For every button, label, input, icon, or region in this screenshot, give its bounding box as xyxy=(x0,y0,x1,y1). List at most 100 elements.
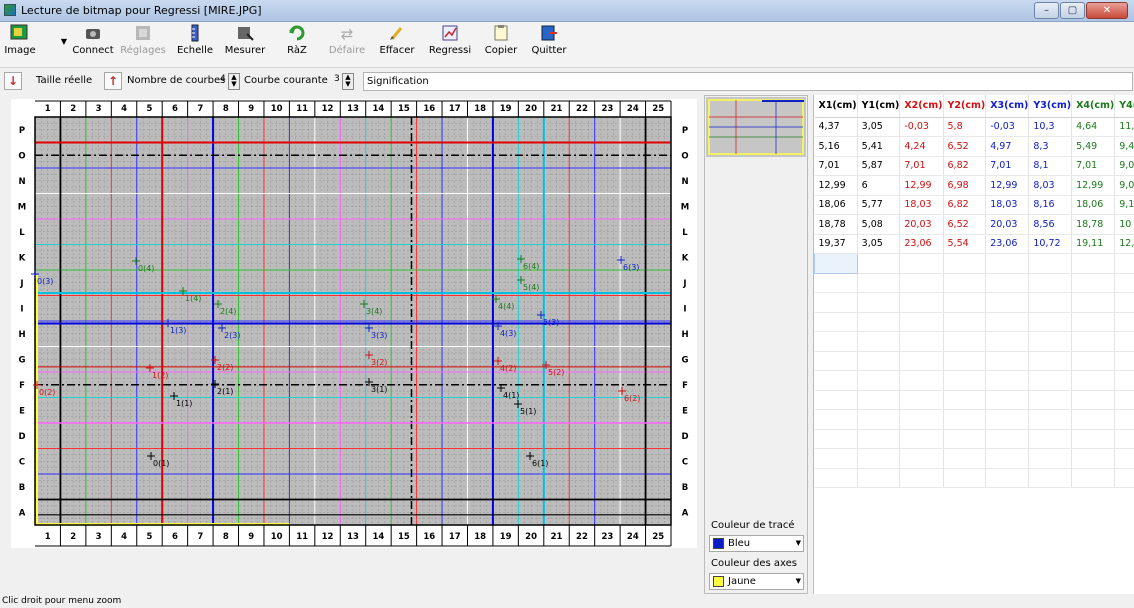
table-cell[interactable]: 4,64 xyxy=(1071,117,1116,137)
table-cell[interactable] xyxy=(1071,390,1116,410)
table-cell[interactable] xyxy=(899,312,944,332)
reglages-button[interactable]: Réglages xyxy=(120,24,166,56)
table-cell[interactable]: 11,9 xyxy=(1114,117,1134,137)
table-cell[interactable] xyxy=(857,273,901,293)
table-cell[interactable] xyxy=(1028,273,1073,293)
table-cell[interactable] xyxy=(985,448,1030,469)
table-cell[interactable] xyxy=(857,370,901,391)
table-cell[interactable] xyxy=(943,351,987,371)
table-cell[interactable]: 3,05 xyxy=(857,117,901,137)
table-cell[interactable]: 8,1 xyxy=(1028,156,1073,176)
table-cell[interactable] xyxy=(1071,273,1116,293)
minimize-button[interactable]: – xyxy=(1034,2,1059,19)
column-header[interactable]: X3(cm) xyxy=(985,95,1030,118)
table-cell[interactable] xyxy=(1114,292,1134,313)
table-cell[interactable]: 10,72 xyxy=(1028,234,1073,254)
table-cell[interactable]: 3,05 xyxy=(857,234,901,254)
regressi-button[interactable]: Regressi xyxy=(428,24,472,56)
table-cell[interactable]: 5,54 xyxy=(943,234,987,254)
table-cell[interactable] xyxy=(1028,390,1073,410)
table-cell[interactable] xyxy=(1114,273,1134,293)
column-header[interactable]: X4(cm) xyxy=(1071,95,1116,118)
table-cell[interactable]: 6,82 xyxy=(943,156,987,176)
table-cell[interactable] xyxy=(814,448,858,469)
mesurer-button[interactable]: Mesurer xyxy=(224,24,266,56)
table-cell[interactable] xyxy=(943,292,987,313)
table-cell[interactable]: 23,06 xyxy=(985,234,1030,254)
table-cell[interactable]: 20,03 xyxy=(899,214,944,235)
table-cell[interactable] xyxy=(1071,351,1116,371)
table-cell[interactable] xyxy=(985,312,1030,332)
signification-field[interactable]: Signification xyxy=(363,72,1133,91)
table-cell[interactable]: 5,77 xyxy=(857,195,901,215)
image-button[interactable]: Image xyxy=(3,24,37,56)
table-cell[interactable]: 7,01 xyxy=(899,156,944,176)
table-cell[interactable] xyxy=(814,253,858,274)
copier-button[interactable]: Copier xyxy=(482,24,520,56)
table-cell[interactable] xyxy=(899,409,944,430)
table-cell[interactable] xyxy=(814,390,858,410)
table-cell[interactable] xyxy=(985,390,1030,410)
table-cell[interactable] xyxy=(943,429,987,449)
column-header[interactable]: X2(cm) xyxy=(899,95,944,118)
table-cell[interactable] xyxy=(985,370,1030,391)
table-cell[interactable]: 8,16 xyxy=(1028,195,1073,215)
table-cell[interactable]: 9,08 xyxy=(1114,156,1134,176)
connect-button[interactable]: Connect xyxy=(72,24,114,56)
table-cell[interactable] xyxy=(1114,253,1134,274)
table-cell[interactable] xyxy=(985,409,1030,430)
table-cell[interactable] xyxy=(899,351,944,371)
table-cell[interactable]: 12,99 xyxy=(899,175,944,196)
table-cell[interactable] xyxy=(857,312,901,332)
table-cell[interactable]: 8,03 xyxy=(1028,175,1073,196)
table-cell[interactable] xyxy=(985,351,1030,371)
table-cell[interactable] xyxy=(1071,448,1116,469)
table-cell[interactable]: 5,16 xyxy=(814,136,858,157)
table-cell[interactable]: 9,11 xyxy=(1114,195,1134,215)
table-cell[interactable] xyxy=(857,331,901,352)
table-cell[interactable]: 10 xyxy=(1114,214,1134,235)
table-cell[interactable] xyxy=(899,331,944,352)
table-cell[interactable] xyxy=(943,390,987,410)
table-cell[interactable] xyxy=(1114,409,1134,430)
table-cell[interactable]: 6,98 xyxy=(943,175,987,196)
table-cell[interactable] xyxy=(899,253,944,274)
table-cell[interactable] xyxy=(985,273,1030,293)
table-cell[interactable]: 18,03 xyxy=(899,195,944,215)
table-cell[interactable] xyxy=(814,351,858,371)
table-cell[interactable] xyxy=(1114,331,1134,352)
table-cell[interactable]: 5,87 xyxy=(857,156,901,176)
table-cell[interactable] xyxy=(899,390,944,410)
table-cell[interactable] xyxy=(985,253,1030,274)
table-cell[interactable] xyxy=(814,312,858,332)
table-cell[interactable] xyxy=(943,273,987,293)
table-cell[interactable] xyxy=(814,292,858,313)
table-cell[interactable]: 7,01 xyxy=(1071,156,1116,176)
column-header[interactable]: Y3(cm) xyxy=(1028,95,1073,118)
table-cell[interactable] xyxy=(943,370,987,391)
couleur-trace-select[interactable]: Bleu ▼ xyxy=(709,535,804,552)
table-cell[interactable]: 4,24 xyxy=(899,136,944,157)
column-header[interactable]: X1(cm) xyxy=(814,95,858,118)
table-cell[interactable]: -0,03 xyxy=(985,117,1030,137)
table-cell[interactable]: 19,37 xyxy=(814,234,858,254)
table-cell[interactable]: 7,01 xyxy=(985,156,1030,176)
table-cell[interactable] xyxy=(814,409,858,430)
table-cell[interactable] xyxy=(943,468,987,488)
table-cell[interactable]: 5,08 xyxy=(857,214,901,235)
table-cell[interactable] xyxy=(985,292,1030,313)
table-cell[interactable] xyxy=(1028,370,1073,391)
table-cell[interactable]: 6,82 xyxy=(943,195,987,215)
table-cell[interactable] xyxy=(1028,312,1073,332)
table-cell[interactable] xyxy=(857,448,901,469)
table-cell[interactable] xyxy=(899,292,944,313)
table-cell[interactable]: 20,03 xyxy=(985,214,1030,235)
table-cell[interactable] xyxy=(1071,468,1116,488)
nombre-courbes-spinner[interactable]: ▲ ▼ xyxy=(228,73,240,90)
table-cell[interactable] xyxy=(1028,448,1073,469)
table-cell[interactable]: 9,02 xyxy=(1114,175,1134,196)
effacer-button[interactable]: Effacer xyxy=(378,24,416,56)
close-button[interactable]: ✕ xyxy=(1086,2,1128,19)
table-cell[interactable] xyxy=(814,468,858,488)
table-cell[interactable] xyxy=(943,409,987,430)
